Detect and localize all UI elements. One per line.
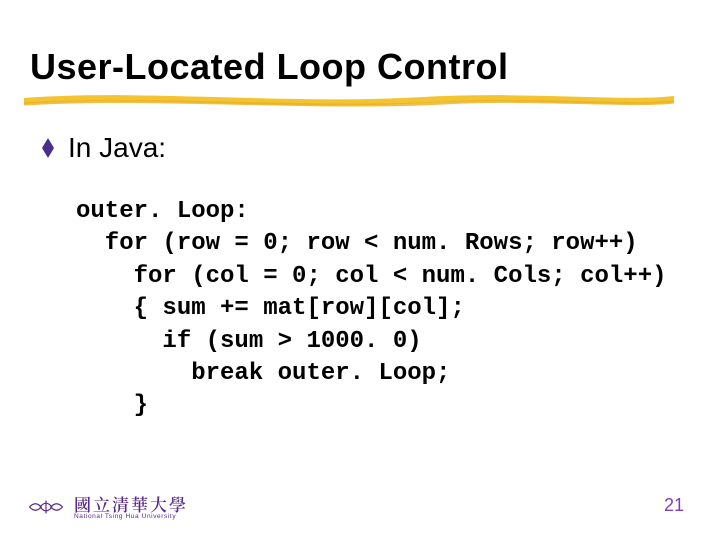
slide-title: User-Located Loop Control xyxy=(30,46,509,88)
university-logo-icon xyxy=(28,497,64,517)
diamond-bullet-icon xyxy=(42,138,54,158)
bullet-text: In Java: xyxy=(68,132,166,164)
bullet-item: In Java: xyxy=(42,132,166,164)
code-block: outer. Loop: for (row = 0; row < num. Ro… xyxy=(76,196,667,423)
footer-org-eng: National Tsing Hua University xyxy=(74,514,188,521)
title-underline xyxy=(24,94,674,108)
footer-org-cjk: 國立清華大學 xyxy=(74,495,188,512)
page-number: 21 xyxy=(664,495,684,516)
footer-text: 國立清華大學 National Tsing Hua University xyxy=(74,495,188,521)
footer-logo: 國立清華大學 National Tsing Hua University xyxy=(28,495,188,521)
slide: User-Located Loop Control In Java: outer… xyxy=(0,0,720,540)
